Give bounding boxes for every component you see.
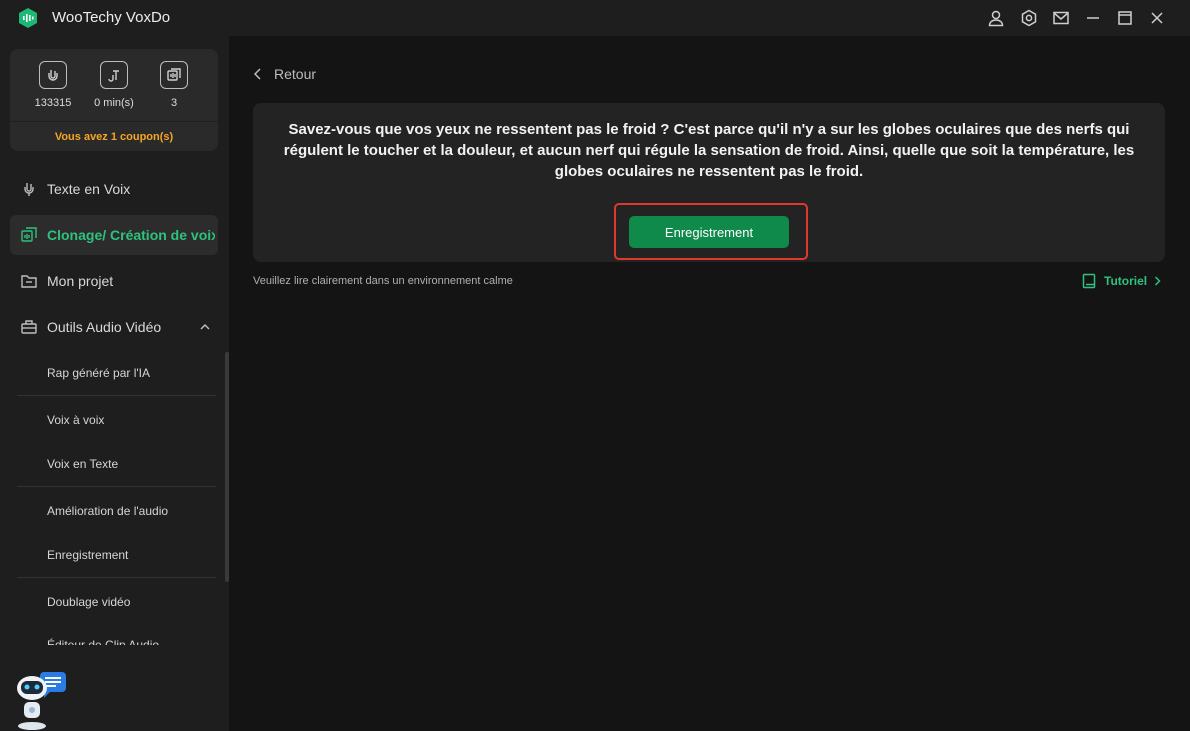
chevron-right-icon [1155, 276, 1161, 286]
sidebar-item-label: Outils Audio Vidéo [47, 319, 162, 335]
sidebar-item-audio-video-tools[interactable]: Outils Audio Vidéo [10, 307, 218, 347]
title-bar: WooTechy VoxDo [0, 0, 1190, 36]
stat-voices-value: 3 [170, 97, 178, 109]
sidebar-subitem-video-dubbing[interactable]: Doublage vidéo [47, 595, 130, 609]
sidebar-item-voice-cloning[interactable]: Clonage/ Création de voix [10, 215, 218, 255]
sidebar-subitem-recording[interactable]: Enregistrement [47, 548, 128, 562]
app-title: WooTechy VoxDo [52, 9, 171, 26]
chatbot-assistant-icon[interactable] [12, 670, 68, 731]
divider [17, 577, 216, 578]
app-logo-icon [19, 8, 37, 28]
account-icon[interactable] [986, 8, 1006, 28]
sidebar-item-text-to-speech[interactable]: Texte en Voix [10, 169, 218, 209]
minimize-icon[interactable] [1083, 8, 1103, 28]
book-icon [1082, 273, 1096, 289]
chevron-left-icon [253, 68, 261, 80]
recording-hint: Veuillez lire clairement dans un environ… [253, 275, 513, 287]
stat-minutes: 0 min(s) [84, 61, 144, 109]
clone-icon [21, 227, 37, 242]
sidebar-subitem-audio-enhancement[interactable]: Amélioration de l'audio [47, 504, 168, 518]
sidebar-subitem-audio-clip-editor[interactable]: Éditeur de Clip Audio [47, 638, 159, 645]
maximize-icon[interactable] [1115, 8, 1135, 28]
tutorial-label: Tutoriel [1104, 274, 1148, 288]
sidebar-subitem-ai-rap[interactable]: Rap généré par l'IA [47, 366, 150, 380]
microphone-icon [24, 183, 34, 196]
stat-characters-value: 133315 [34, 97, 72, 109]
sidebar-scrollbar[interactable] [225, 352, 229, 582]
voice-count-icon [160, 61, 188, 89]
reading-panel: Savez-vous que vos yeux ne ressentent pa… [253, 103, 1165, 262]
stat-minutes-value: 0 min(s) [94, 97, 134, 109]
sidebar-subitem-speech-to-text[interactable]: Voix en Texte [47, 457, 118, 471]
divider [17, 395, 216, 396]
back-button[interactable]: Retour [253, 66, 316, 82]
sidebar-item-my-project[interactable]: Mon projet [10, 261, 218, 301]
stat-characters: 133315 [23, 61, 83, 109]
settings-icon[interactable] [1019, 8, 1039, 28]
coupon-notice[interactable]: Vous avez 1 coupon(s) [10, 131, 218, 143]
sidebar-subitem-voice-to-voice[interactable]: Voix à voix [47, 413, 104, 427]
chevron-up-icon[interactable] [198, 320, 212, 334]
divider [10, 121, 218, 122]
folder-icon [21, 275, 37, 288]
close-icon[interactable] [1147, 8, 1167, 28]
stat-voices: 3 [144, 61, 204, 109]
back-label: Retour [274, 66, 317, 82]
divider [17, 486, 216, 487]
sidebar-item-label: Texte en Voix [47, 181, 131, 197]
minutes-icon [100, 61, 128, 89]
sidebar-item-label: Mon projet [47, 273, 114, 289]
mail-icon[interactable] [1051, 8, 1071, 28]
reading-prompt-text: Savez-vous que vos yeux ne ressentent pa… [283, 121, 1135, 180]
tutorial-link[interactable]: Tutoriel [1082, 273, 1161, 289]
sidebar: 133315 0 min(s) 3 Vous avez 1 coupon(s) [0, 36, 229, 731]
character-count-icon [39, 61, 67, 89]
toolbox-icon [21, 320, 37, 334]
record-button[interactable]: Enregistrement [629, 216, 789, 248]
stats-card: 133315 0 min(s) 3 Vous avez 1 coupon(s) [10, 49, 218, 151]
sidebar-item-label: Clonage/ Création de voix [47, 227, 215, 243]
